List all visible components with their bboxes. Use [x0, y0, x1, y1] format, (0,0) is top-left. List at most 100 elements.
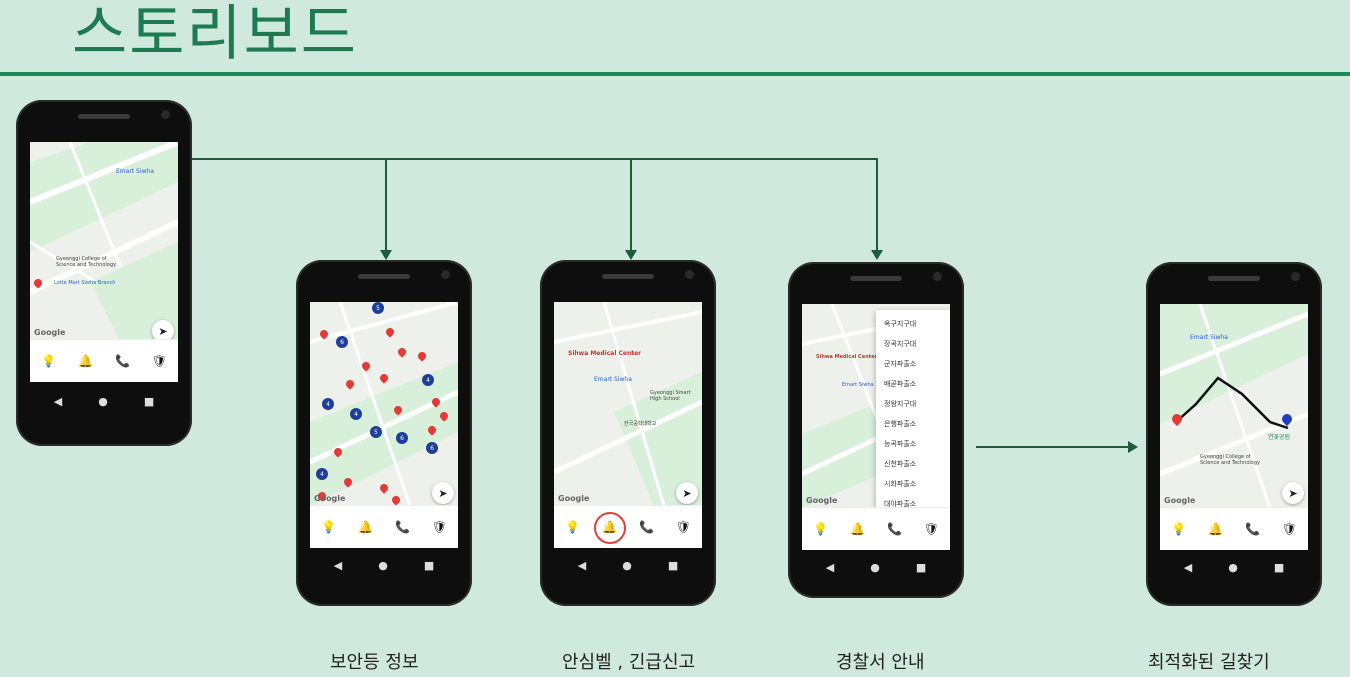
home-icon[interactable]: ●	[870, 561, 880, 574]
cluster-marker[interactable]: 6	[396, 432, 408, 444]
back-icon[interactable]: ◀	[54, 395, 62, 408]
google-logo: Google	[1164, 496, 1196, 505]
recents-icon[interactable]: ■	[668, 559, 678, 572]
my-location-button[interactable]: ➤	[432, 482, 454, 504]
my-location-button[interactable]: ➤	[676, 482, 698, 504]
phone-speaker	[602, 274, 654, 279]
my-location-button[interactable]: ➤	[1282, 482, 1304, 504]
menu-item-police[interactable]: 옥구지구대	[876, 314, 950, 334]
bulb-icon[interactable]: 💡	[564, 520, 582, 534]
back-icon[interactable]: ◀	[578, 559, 586, 572]
home-icon[interactable]: ●	[98, 395, 108, 408]
home-icon[interactable]: ●	[378, 559, 388, 572]
phone-camera	[441, 270, 450, 279]
cluster-marker[interactable]: 5	[372, 302, 384, 314]
back-icon[interactable]: ◀	[1184, 561, 1192, 574]
shield-icon[interactable]: 🛡	[1281, 522, 1299, 536]
system-nav: ◀ ● ■	[554, 550, 702, 580]
shield-icon[interactable]: 🛡	[151, 354, 169, 368]
bulb-icon[interactable]: 💡	[812, 522, 830, 536]
bell-highlight-ring	[594, 512, 626, 544]
connector-to-p2	[385, 158, 387, 250]
cluster-marker[interactable]: 4	[350, 408, 362, 420]
bulb-icon[interactable]: 💡	[1170, 522, 1188, 536]
arrowhead-p2	[380, 250, 392, 260]
bulb-icon[interactable]: 💡	[40, 354, 58, 368]
map-label-emart: Emart Siwha	[842, 382, 874, 388]
arrowhead-p4	[871, 250, 883, 260]
cluster-marker[interactable]: 4	[316, 468, 328, 480]
google-logo: Google	[806, 496, 838, 505]
menu-item-police[interactable]: 장곡지구대	[876, 334, 950, 354]
phone-icon[interactable]: 📞	[886, 522, 904, 536]
map-label-emart: Emart Siwha	[116, 168, 154, 175]
back-icon[interactable]: ◀	[334, 559, 342, 572]
bell-icon[interactable]: 🔔	[849, 522, 867, 536]
map-view[interactable]: 6 4 4 4 5 6 6 4 5 Google ➤	[310, 302, 458, 506]
phone-camera	[685, 270, 694, 279]
bell-icon[interactable]: 🔔	[1207, 522, 1225, 536]
title-divider	[0, 72, 1350, 76]
recents-icon[interactable]: ■	[144, 395, 154, 408]
bottom-nav: 💡 🔔 📞 🛡	[1160, 507, 1308, 550]
map-label-emart: Emart Siwha	[1190, 334, 1228, 341]
map-view[interactable]: Sihwa Medical Center Emart Siwha Gyeongg…	[554, 302, 702, 506]
phone-speaker	[358, 274, 410, 279]
menu-item-police[interactable]: 은행파출소	[876, 414, 950, 434]
recents-icon[interactable]: ■	[1274, 561, 1284, 574]
cluster-marker[interactable]: 6	[336, 336, 348, 348]
phone-camera	[161, 110, 170, 119]
map-view[interactable]: Google Emart Siwha Gyeonggi College of S…	[30, 142, 178, 340]
phone-streetlight: 6 4 4 4 5 6 6 4 5 Google ➤ 💡 🔔 📞 🛡 ◀ ● ■	[296, 260, 472, 606]
map-label-univ: 한국공학대학교	[624, 421, 657, 427]
system-nav: ◀ ● ■	[310, 550, 458, 580]
bottom-nav: 💡 🔔 📞 🛡	[802, 507, 950, 550]
recents-icon[interactable]: ■	[916, 561, 926, 574]
system-nav: ◀ ● ■	[802, 552, 950, 582]
menu-item-police[interactable]: 대야파출소	[876, 494, 950, 508]
phone-icon[interactable]: 📞	[638, 520, 656, 534]
connector-to-p4	[876, 158, 878, 250]
map-view[interactable]: Sihwa Medical Center Emart Siwha Google …	[802, 304, 950, 508]
shield-icon[interactable]: 🛡	[923, 522, 941, 536]
cluster-marker[interactable]: 4	[422, 374, 434, 386]
phone-safety-bell: Sihwa Medical Center Emart Siwha Gyeongg…	[540, 260, 716, 606]
map-label-park: 연꽃공원	[1268, 434, 1291, 441]
connector-to-p3	[630, 158, 632, 250]
bulb-icon[interactable]: 💡	[320, 520, 338, 534]
bell-icon[interactable]: 🔔	[77, 354, 95, 368]
menu-item-police[interactable]: 능곡파출소	[876, 434, 950, 454]
map-view[interactable]: Emart Siwha Gyeonggi College of Science …	[1160, 304, 1308, 508]
my-location-button[interactable]: ➤	[152, 320, 174, 340]
menu-item-police[interactable]: 정왕지구대	[876, 394, 950, 414]
menu-item-police[interactable]: 배곧파출소	[876, 374, 950, 394]
map-label-medical: Sihwa Medical Center	[816, 354, 877, 360]
phone-icon[interactable]: 📞	[394, 520, 412, 534]
menu-item-police[interactable]: 군자파출소	[876, 354, 950, 374]
phone-screen: 6 4 4 4 5 6 6 4 5 Google ➤ 💡 🔔 📞 🛡	[310, 302, 458, 548]
arrowhead-p3	[625, 250, 637, 260]
cluster-marker[interactable]: 5	[370, 426, 382, 438]
phone-screen: Sihwa Medical Center Emart Siwha Gyeongg…	[554, 302, 702, 548]
map-label-medical: Sihwa Medical Center	[568, 350, 642, 357]
phone-police: Sihwa Medical Center Emart Siwha Google …	[788, 262, 964, 598]
back-icon[interactable]: ◀	[826, 561, 834, 574]
phone-screen: Emart Siwha Gyeonggi College of Science …	[1160, 304, 1308, 550]
phone-home: Google Emart Siwha Gyeonggi College of S…	[16, 100, 192, 446]
bell-icon[interactable]: 🔔	[357, 520, 375, 534]
home-icon[interactable]: ●	[622, 559, 632, 572]
cluster-marker[interactable]: 4	[322, 398, 334, 410]
shield-icon[interactable]: 🛡	[431, 520, 449, 534]
menu-item-police[interactable]: 신천파출소	[876, 454, 950, 474]
map-label-college: Gyeonggi College of Science and Technolo…	[56, 256, 116, 268]
home-icon[interactable]: ●	[1228, 561, 1238, 574]
caption-streetlight: 보안등 정보	[330, 652, 419, 673]
recents-icon[interactable]: ■	[424, 559, 434, 572]
phone-icon[interactable]: 📞	[1244, 522, 1262, 536]
phone-icon[interactable]: 📞	[114, 354, 132, 368]
shield-icon[interactable]: 🛡	[675, 520, 693, 534]
connector-to-p5	[976, 446, 1130, 448]
bottom-nav: 💡 🔔 📞 🛡	[30, 339, 178, 382]
cluster-marker[interactable]: 6	[426, 442, 438, 454]
menu-item-police[interactable]: 시화파출소	[876, 474, 950, 494]
